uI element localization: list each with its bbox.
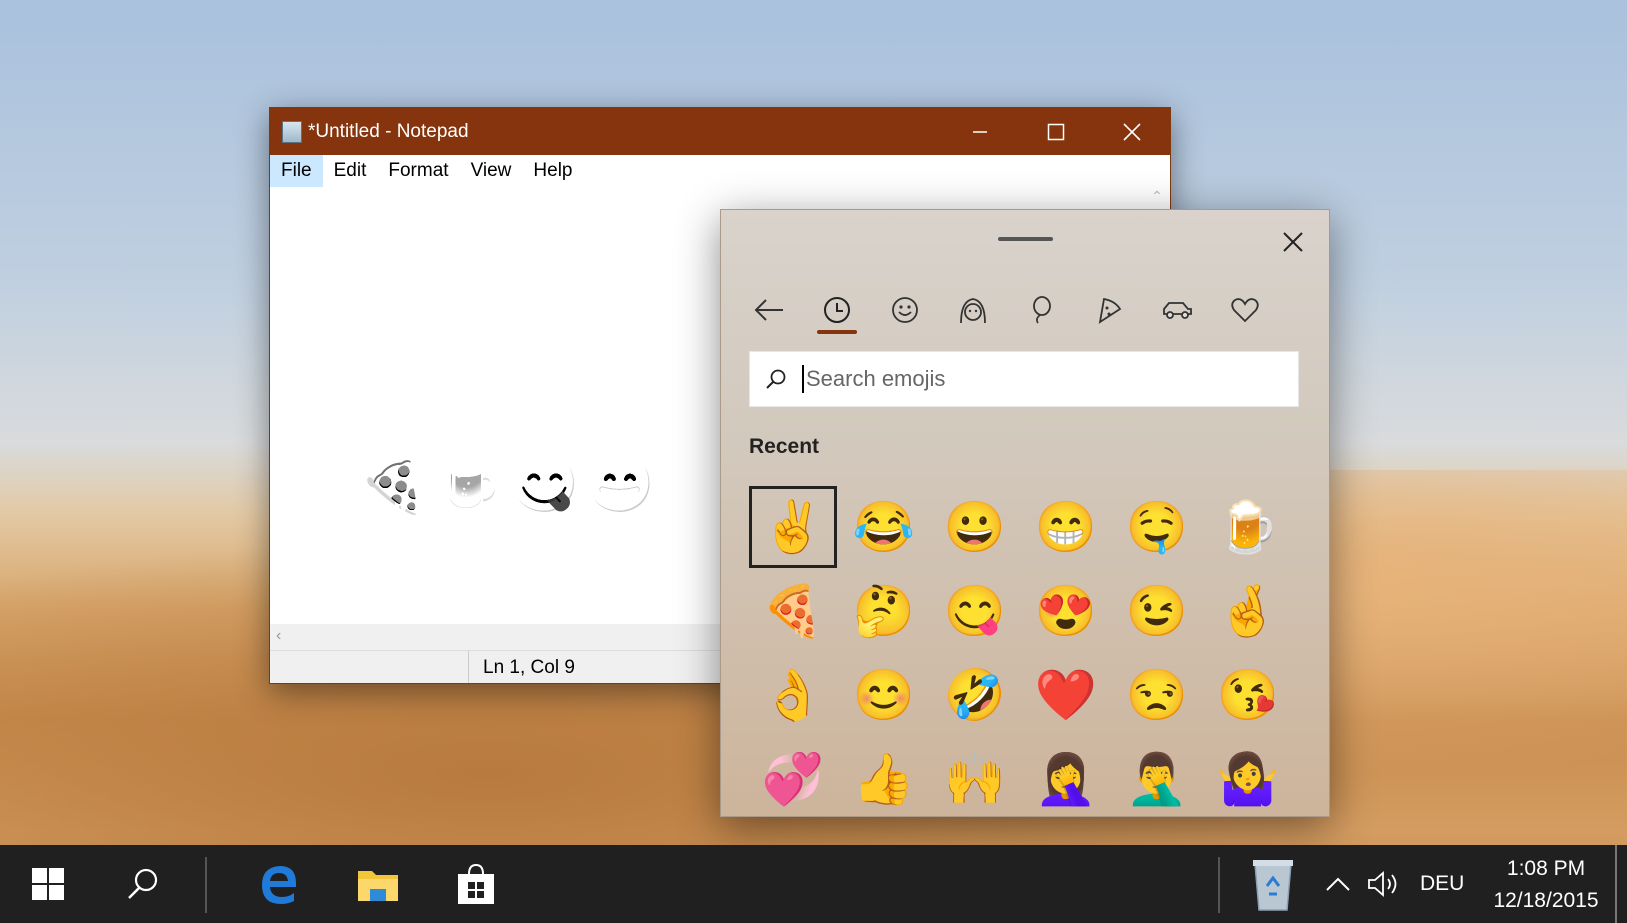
edge-icon (262, 866, 296, 904)
menu-format[interactable]: Format (377, 155, 459, 187)
close-icon (1283, 232, 1303, 252)
emoji-cell[interactable]: 😍 (1022, 570, 1110, 652)
emoji-cell[interactable]: 😘 (1204, 654, 1292, 736)
tab-smileys[interactable] (877, 282, 933, 338)
menu-bar: File Edit Format View Help (270, 155, 1170, 187)
emoji-cell[interactable]: 😉 (1113, 570, 1201, 652)
menu-help[interactable]: Help (522, 155, 583, 187)
section-title: Recent (749, 435, 820, 458)
volume-button[interactable] (1362, 845, 1406, 923)
back-arrow-icon (754, 299, 783, 321)
tab-people[interactable] (945, 282, 1001, 338)
emoji-cell[interactable]: 🤦‍♀️ (1022, 738, 1110, 816)
balloon-icon (1033, 296, 1051, 324)
scroll-up-arrow[interactable]: ⌃ (1144, 188, 1170, 208)
close-button[interactable] (1094, 108, 1170, 155)
recycle-bin-button[interactable] (1240, 845, 1306, 923)
store-taskbar-button[interactable] (443, 845, 509, 923)
taskbar-divider (205, 857, 207, 913)
show-desktop-button[interactable] (1615, 845, 1617, 923)
emoji-cell[interactable]: 👍 (840, 738, 928, 816)
emoji-cell[interactable]: ❤️ (1022, 654, 1110, 736)
emoji-panel-close-button[interactable] (1275, 224, 1311, 260)
emoji-search-box[interactable] (749, 351, 1299, 407)
close-icon (1123, 122, 1141, 141)
tab-food[interactable] (1081, 282, 1137, 338)
window-title: *Untitled - Notepad (308, 120, 469, 142)
emoji-cell[interactable]: 😒 (1113, 654, 1201, 736)
tab-celebration[interactable] (1013, 282, 1069, 338)
pizza-icon (1098, 297, 1122, 324)
emoji-cell[interactable]: 😁 (1022, 486, 1110, 568)
scroll-left-icon[interactable]: ‹ (276, 627, 281, 645)
chevron-up-icon (1326, 877, 1350, 891)
start-button[interactable] (15, 845, 81, 923)
search-icon (750, 352, 802, 406)
emoji-cell[interactable]: 😂 (840, 486, 928, 568)
tab-recent[interactable] (809, 282, 865, 338)
taskbar: DEU 1:08 PM 12/18/2015 (0, 845, 1627, 923)
show-hidden-icons-button[interactable] (1318, 845, 1358, 923)
store-bag-icon (458, 863, 494, 904)
emoji-cell[interactable]: 🤣 (931, 654, 1019, 736)
emoji-cell[interactable]: 🤞 (1204, 570, 1292, 652)
search-icon (128, 868, 158, 899)
emoji-cell[interactable]: ✌️ (749, 486, 837, 568)
minimize-icon (973, 130, 987, 133)
maximize-button[interactable] (1018, 108, 1094, 155)
emoji-category-tabs (721, 282, 1329, 342)
speaker-icon (1368, 871, 1397, 897)
tab-symbols[interactable] (1217, 282, 1273, 338)
notepad-icon (282, 120, 302, 143)
emoji-cell[interactable]: 🍺 (1204, 486, 1292, 568)
emoji-cell[interactable]: 😊 (840, 654, 928, 736)
emoji-cell[interactable]: 👌 (749, 654, 837, 736)
maximize-icon (1047, 123, 1065, 140)
file-explorer-taskbar-button[interactable] (345, 845, 411, 923)
emoji-cell[interactable]: 💞 (749, 738, 837, 816)
emoji-cell[interactable]: 🤔 (840, 570, 928, 652)
active-tab-indicator (817, 330, 857, 334)
emoji-cell[interactable]: 🤦‍♂️ (1113, 738, 1201, 816)
menu-edit[interactable]: Edit (323, 155, 378, 187)
back-button[interactable] (741, 282, 797, 338)
input-language[interactable]: DEU (1420, 872, 1464, 896)
text-content: 🍕🍺😋😁 (358, 452, 661, 515)
cursor-position: Ln 1, Col 9 (483, 657, 575, 678)
smiley-icon (892, 297, 918, 323)
emoji-panel: Recent ✌️ 😂 😀 😁 🤤 🍺 🍕 🤔 😋 😍 😉 🤞 👌 😊 🤣 ❤️… (720, 209, 1330, 817)
minimize-button[interactable] (942, 108, 1018, 155)
drag-handle[interactable] (998, 237, 1053, 241)
person-icon (960, 298, 986, 324)
emoji-cell[interactable]: 🍕 (749, 570, 837, 652)
notepad-titlebar[interactable]: *Untitled - Notepad (270, 108, 1170, 155)
search-button[interactable] (110, 845, 176, 923)
emoji-cell[interactable]: 🤤 (1113, 486, 1201, 568)
recycle-bin-icon (1253, 860, 1293, 911)
emoji-cell[interactable]: 😋 (931, 570, 1019, 652)
menu-view[interactable]: View (460, 155, 523, 187)
tab-travel[interactable] (1149, 282, 1205, 338)
emoji-cell[interactable]: 🙌 (931, 738, 1019, 816)
car-icon (1163, 302, 1192, 319)
menu-file[interactable]: File (270, 155, 323, 187)
emoji-cell[interactable]: 😀 (931, 486, 1019, 568)
emoji-cell[interactable]: 🤷‍♀️ (1204, 738, 1292, 816)
clock-date: 12/18/2015 (1493, 889, 1599, 912)
emoji-search-input[interactable] (802, 365, 1278, 393)
windows-logo-icon (32, 868, 64, 900)
clock-icon (824, 297, 850, 323)
status-divider (468, 651, 469, 683)
heart-icon (1231, 298, 1259, 323)
edge-taskbar-button[interactable] (246, 845, 312, 923)
clock-time: 1:08 PM (1506, 857, 1586, 880)
clock[interactable]: 1:08 PM 12/18/2015 (1490, 853, 1602, 917)
taskbar-divider (1218, 857, 1220, 913)
folder-icon (358, 871, 398, 901)
